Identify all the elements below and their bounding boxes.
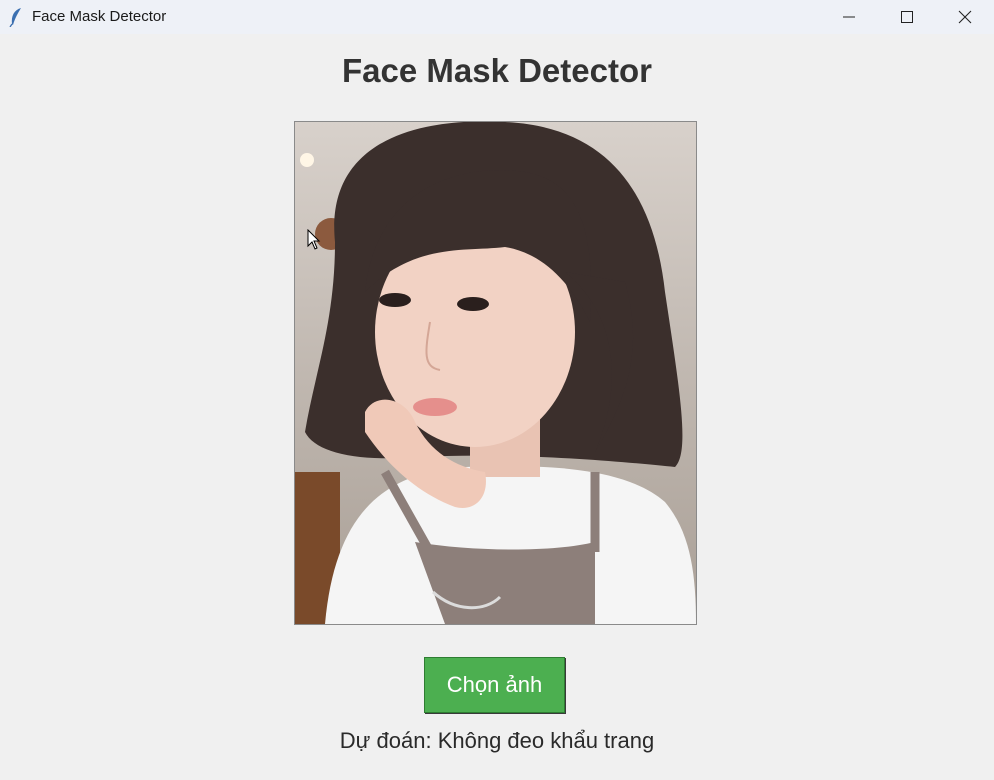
feather-icon [8, 7, 24, 28]
window-title: Face Mask Detector [32, 8, 167, 25]
mouse-cursor-icon [307, 228, 321, 251]
minimize-button[interactable] [820, 0, 878, 34]
prediction-label: Dự đoán: Không đeo khẩu trang [339, 728, 655, 753]
close-icon [958, 10, 972, 24]
title-bar: Face Mask Detector [0, 0, 994, 34]
minimize-icon [843, 16, 855, 18]
choose-image-button[interactable]: Chọn ảnh [424, 657, 565, 713]
maximize-button[interactable] [878, 0, 936, 34]
close-button[interactable] [936, 0, 994, 34]
page-title: Face Mask Detector [342, 52, 652, 89]
selected-photo [294, 121, 697, 625]
maximize-icon [901, 11, 913, 23]
